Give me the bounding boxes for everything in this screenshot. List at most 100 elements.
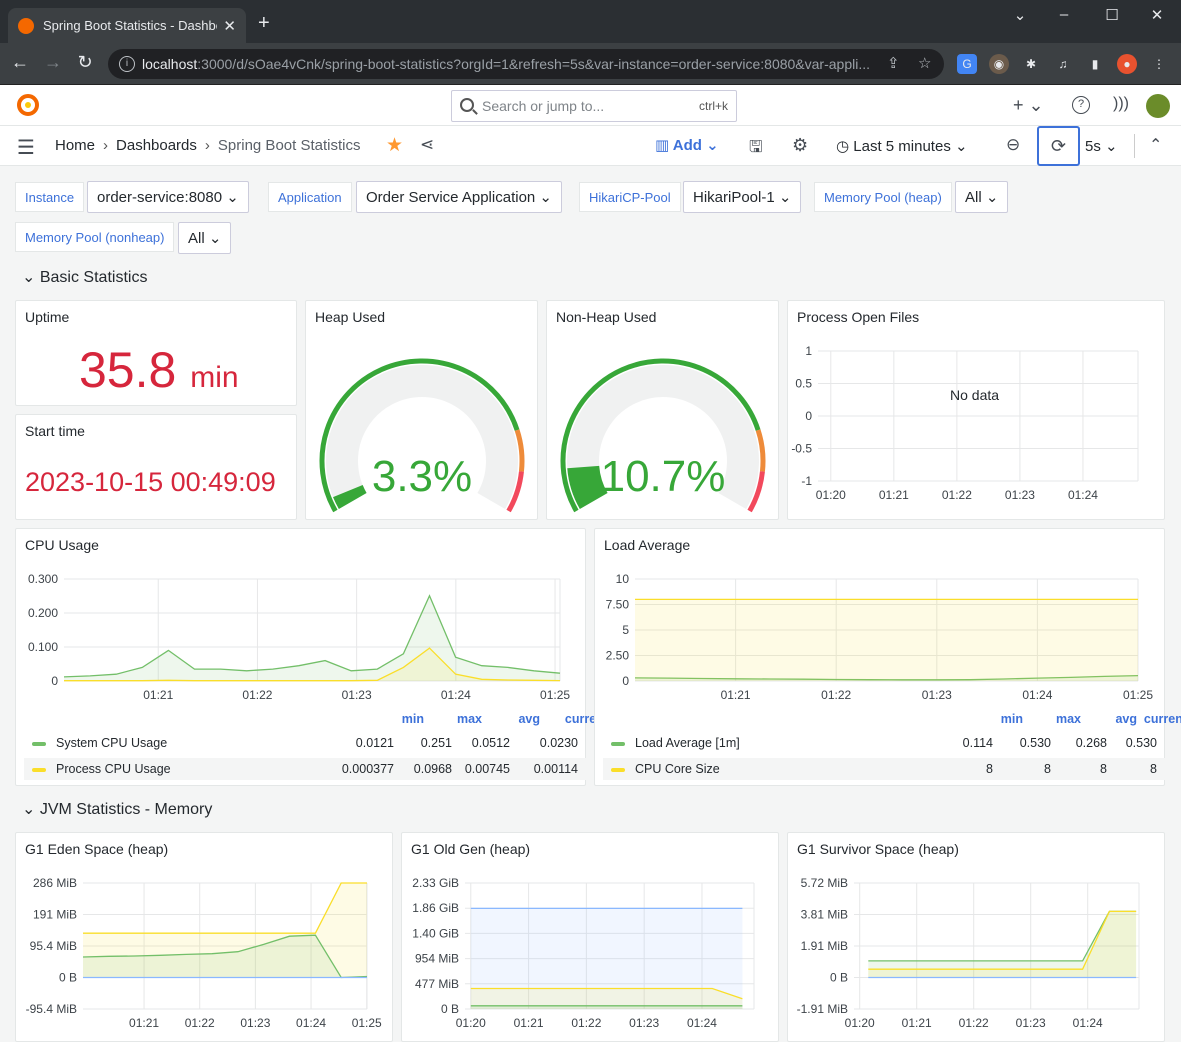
new-icon[interactable]: + ⌄ [1013,95,1044,116]
variable-label-application: Application [268,182,352,212]
save-dashboard-icon[interactable]: 🖫 [749,136,763,163]
minimize-icon[interactable]: – [1041,6,1087,23]
reload-icon[interactable]: ↻ [73,52,97,73]
legend-header-min[interactable]: min [364,712,424,726]
legend-color-swatch [32,768,46,772]
site-info-icon[interactable]: i [119,56,135,72]
grafana-logo-icon[interactable] [16,93,40,117]
close-tab-icon[interactable]: ✕ [223,17,236,35]
survivor-chart: 5.72 MiB3.81 MiB1.91 MiB0 B-1.91 MiB01:2… [788,867,1164,1033]
gauge-fill [583,467,593,501]
settings-gear-icon[interactable]: ⚙ [792,135,808,156]
breadcrumb-dashboards[interactable]: Dashboards [116,137,197,154]
breadcrumb-home[interactable]: Home [55,137,95,154]
heap-gauge: 3.3% [306,341,539,521]
legend-row[interactable]: System CPU Usage0.01210.2510.05120.0230 [24,732,626,754]
search-placeholder: Search or jump to... [482,98,604,114]
media-control-icon[interactable]: ♫ [1053,54,1073,74]
legend-header-avg[interactable]: avg [480,712,540,726]
panel-start-time[interactable]: Start time 2023-10-15 00:49:09 [15,414,297,520]
row-basic-statistics[interactable]: ⌄ Basic Statistics [22,267,147,287]
zoom-out-icon[interactable]: ⊖ [1006,135,1020,155]
search-input[interactable]: Search or jump to... ctrl+k [451,90,737,122]
extension-icon[interactable]: ◉ [989,54,1009,74]
legend-value-max: 0.251 [392,736,452,750]
menu-icon[interactable]: ☰ [17,135,35,160]
panel-heap-used[interactable]: Heap Used 3.3% [305,300,538,520]
back-icon[interactable]: ← [8,52,32,73]
x-tick-label: 01:20 [816,488,846,502]
panel-g1-survivor-space[interactable]: G1 Survivor Space (heap) 5.72 MiB3.81 Mi… [787,832,1165,1042]
y-tick-label: 0 [51,674,58,688]
refresh-interval-picker[interactable]: 5s ⌄ [1085,137,1118,155]
add-button[interactable]: ▥ Add ⌄ [655,136,719,154]
maximize-icon[interactable]: ☐ [1089,6,1135,24]
x-tick-label: 01:24 [296,1016,326,1030]
legend-row[interactable]: CPU Core Size8888 [603,758,1181,780]
help-icon[interactable]: ? [1072,96,1090,114]
legend-row[interactable]: Process CPU Usage0.0003770.09680.007450.… [24,758,626,780]
side-panel-icon[interactable]: ▮ [1085,54,1105,74]
panel-g1-eden-space[interactable]: G1 Eden Space (heap) 286 MiB191 MiB95.4 … [15,832,393,1042]
panel-title: G1 Eden Space (heap) [25,841,168,857]
user-avatar-icon[interactable] [1146,94,1170,118]
share-dashboard-icon[interactable]: ⋖ [420,135,434,155]
refresh-dashboard-button[interactable]: ⟳ [1037,126,1080,166]
legend-value-max: 0.530 [991,736,1051,750]
legend-color-swatch [611,768,625,772]
close-window-icon[interactable]: ✕ [1134,6,1180,24]
translate-extension-icon[interactable]: G [957,54,977,74]
chrome-menu-icon[interactable]: ⋮ [1149,54,1169,74]
rss-news-icon[interactable]: ))) [1113,95,1129,113]
breadcrumb-current[interactable]: Spring Boot Statistics [218,137,361,154]
panel-cpu-usage[interactable]: CPU Usage 0.3000.2000.100001:2101:2201:2… [15,528,586,786]
panel-load-average[interactable]: Load Average 107.5052.50001:2101:2201:23… [594,528,1165,786]
url-field[interactable]: i localhost:3000/d/sOae4vCnk/spring-boot… [108,49,944,79]
share-icon[interactable]: ⇪ [887,54,900,72]
tab-search-icon[interactable]: ⌄ [997,6,1043,24]
variable-select-application[interactable]: Order Service Application ⌄ [356,181,562,213]
legend-header-current[interactable]: current [1127,712,1181,726]
legend-header-max[interactable]: max [1021,712,1081,726]
variable-label-memory-heap: Memory Pool (heap) [814,182,952,212]
panel-g1-old-gen[interactable]: G1 Old Gen (heap) 2.33 GiB1.86 GiB1.40 G… [401,832,779,1042]
y-tick-label: 0.300 [28,572,58,586]
panel-nonheap-used[interactable]: Non-Heap Used 10.7% [546,300,779,520]
y-tick-label: 1.91 MiB [801,939,848,953]
y-tick-label: 7.50 [606,598,630,612]
refresh-icon: ⟳ [1051,136,1066,157]
forward-icon[interactable]: → [41,52,65,73]
row-jvm-statistics-memory[interactable]: ⌄ JVM Statistics - Memory [22,799,212,819]
legend-header-min[interactable]: min [963,712,1023,726]
collapse-chevron-up-icon[interactable]: ⌃ [1149,135,1162,155]
variable-select-instance[interactable]: order-service:8080 ⌄ [87,181,249,213]
panel-title: Process Open Files [797,309,919,325]
row-chevron-icon: ⌄ [22,269,40,286]
x-tick-label: 01:22 [942,488,972,502]
x-tick-label: 01:22 [242,688,272,702]
legend-row[interactable]: Load Average [1m]0.1140.5300.2680.530 [603,732,1181,754]
x-tick-label: 01:23 [922,688,952,702]
panel-uptime[interactable]: Uptime 35.8 min [15,300,297,406]
y-tick-label: 0 B [59,971,77,985]
variable-select-hikari[interactable]: HikariPool-1 ⌄ [683,181,801,213]
time-range-picker[interactable]: ◷ Last 5 minutes ⌄ [836,137,968,155]
puzzle-extensions-icon[interactable]: ✱ [1021,54,1041,74]
breadcrumb-separator-icon: › [205,137,210,154]
profile-avatar-icon[interactable]: ● [1117,54,1137,74]
panel-process-open-files[interactable]: Process Open Files 10.50-0.5-101:2001:21… [787,300,1165,520]
legend-label: Process CPU Usage [56,762,171,776]
url-host: localhost [142,56,197,72]
browser-tab[interactable]: Spring Boot Statistics - Dashboar ✕ [8,8,246,43]
load-average-chart: 107.5052.50001:2101:2201:2301:2401:25 [595,559,1164,709]
legend-header-max[interactable]: max [422,712,482,726]
new-tab-icon[interactable]: + [258,12,270,35]
y-tick-label: 0 [622,674,629,688]
gauge-value: 3.3% [372,452,472,501]
variable-select-memory-heap[interactable]: All ⌄ [955,181,1008,213]
favorite-star-icon[interactable]: ★ [386,134,403,157]
variable-select-memory-nonheap[interactable]: All ⌄ [178,222,231,254]
refresh-interval-label: 5s [1085,138,1101,155]
x-tick-label: 01:24 [1073,1016,1103,1030]
bookmark-star-icon[interactable]: ☆ [918,54,931,72]
